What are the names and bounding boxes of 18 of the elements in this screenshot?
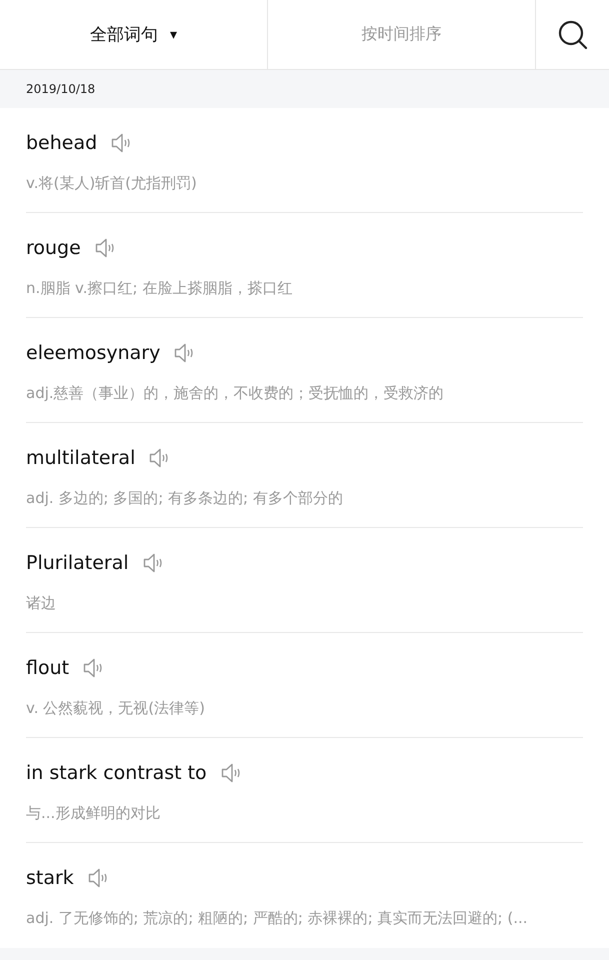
word-text: flout xyxy=(26,657,70,679)
word-text: stark xyxy=(26,867,74,889)
word-text: multilateral xyxy=(26,447,136,469)
definition-text: adj. 多边的; 多国的; 有多条边的; 有多个部分的 xyxy=(26,488,344,509)
word-text: eleemosynary xyxy=(26,342,160,364)
definition-text: adj.慈善（事业）的，施舍的，不收费的；受抚恤的，受救济的 xyxy=(26,383,445,404)
word-text: behead xyxy=(26,132,98,154)
definition-text: 与...形成鲜明的对比 xyxy=(26,803,162,824)
word-text: Plurilateral xyxy=(26,552,129,574)
search-icon xyxy=(556,18,588,50)
definition-text: v.将(某人)斩首(尤指刑罚) xyxy=(26,173,198,194)
word-text: rouge xyxy=(26,237,81,259)
definition-text: adj. 了无修饰的; 荒凉的; 粗陋的; 严酷的; 赤裸裸的; 真实而无法回避的; (... xyxy=(26,908,529,929)
definition-text: 诸边 xyxy=(26,593,57,614)
word-text: in stark contrast to xyxy=(26,762,207,784)
definition-text: n.胭脂 v.擦口红; 在脸上搽胭脂，搽口红 xyxy=(26,278,294,299)
date-label: 2019/10/18 xyxy=(26,82,96,96)
definition-text: v. 公然藐视，无视(法律等) xyxy=(26,698,206,719)
